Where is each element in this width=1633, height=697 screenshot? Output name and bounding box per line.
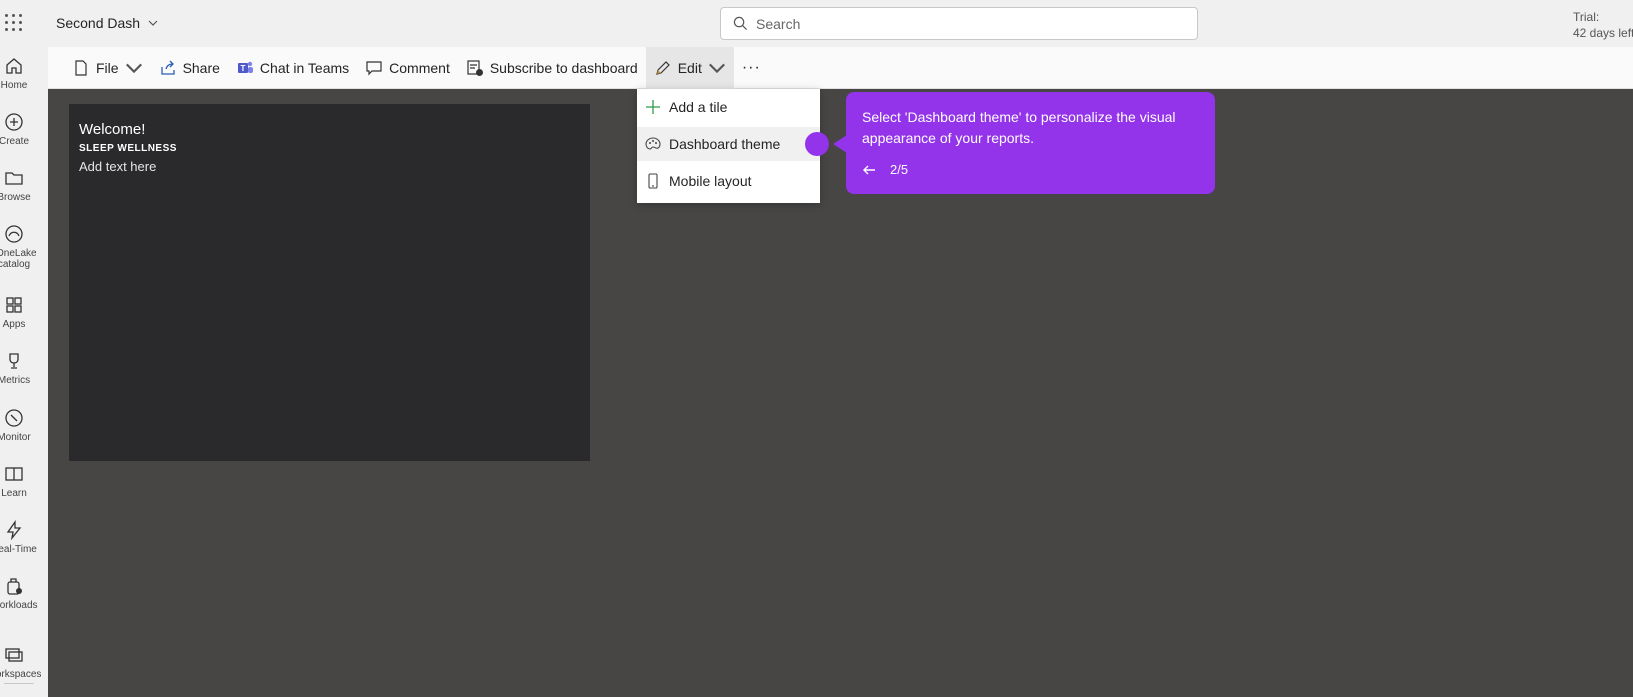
tooltip-nav: 2/5 <box>862 159 1199 180</box>
tile-body: Add text here <box>79 159 157 174</box>
share-button[interactable]: Share <box>151 47 228 89</box>
nav-monitor[interactable]: Monitor <box>0 407 31 443</box>
document-icon <box>75 59 87 76</box>
trial-status[interactable]: Trial: 42 days left <box>1573 9 1633 41</box>
search-placeholder: Search <box>756 15 801 32</box>
workspaces-icon <box>5 648 23 662</box>
menu-item-mobile-layout[interactable]: Mobile layout <box>637 164 820 198</box>
home-icon <box>6 58 22 74</box>
nav-workspaces-label: Workspaces <box>0 669 42 680</box>
chevron-down-icon <box>708 63 725 73</box>
file-button[interactable]: File <box>64 47 151 89</box>
subscribe-icon <box>467 59 483 76</box>
chat-label: Chat in Teams <box>259 59 350 76</box>
nav-onelake-catalog[interactable]: OneLake catalog <box>0 223 37 270</box>
comment-label: Comment <box>389 59 450 76</box>
search-input[interactable]: Search <box>720 7 1198 40</box>
left-navigation: Home Create Browse OneLake catalog Apps … <box>0 47 48 697</box>
pencil-icon <box>655 60 670 75</box>
nav-real-time[interactable]: Real-Time <box>0 519 37 555</box>
nav-home[interactable]: Home <box>0 55 28 91</box>
nav-learn-label: Learn <box>1 488 27 499</box>
apps-icon <box>6 297 22 313</box>
tile-title: Welcome! <box>79 121 146 138</box>
nav-workloads[interactable]: Workloads <box>0 575 38 611</box>
more-options-button[interactable]: ··· <box>734 47 769 89</box>
chevron-down-icon <box>125 63 142 73</box>
tooltip-arrow <box>833 135 847 153</box>
dashboard-name-dropdown[interactable]: Second Dash <box>56 15 158 31</box>
share-label: Share <box>182 59 220 76</box>
search-icon <box>733 16 748 31</box>
nav-apps-label: Apps <box>2 319 26 330</box>
plus-icon <box>646 100 660 114</box>
nav-home-label: Home <box>0 80 28 91</box>
dashboard-name: Second Dash <box>56 15 141 31</box>
arrow-left-icon[interactable] <box>862 164 876 176</box>
nav-workloads-label: Workloads <box>0 600 38 611</box>
edit-button[interactable]: Edit <box>645 46 734 89</box>
nav-divider <box>4 683 34 684</box>
more-icon: ··· <box>741 58 761 76</box>
nav-monitor-label: Monitor <box>0 432 31 443</box>
tooltip-step: 2/5 <box>890 162 909 177</box>
trial-days: 42 days left <box>1573 26 1633 40</box>
command-bar: File Share T Chat in Teams Comment Subsc… <box>48 46 1633 89</box>
nav-browse[interactable]: Browse <box>0 167 31 203</box>
chat-in-teams-button[interactable]: T Chat in Teams <box>228 47 357 89</box>
nav-learn[interactable]: Learn <box>0 463 28 499</box>
menu-item-add-tile[interactable]: Add a tile <box>637 90 820 124</box>
menu-item-dashboard-theme[interactable]: Dashboard theme <box>637 127 820 161</box>
app-launcher-icon[interactable] <box>5 14 23 32</box>
file-label: File <box>96 59 119 76</box>
trophy-icon <box>9 353 19 369</box>
nav-workspaces[interactable]: Workspaces <box>0 644 41 680</box>
nav-metrics-label: Metrics <box>0 375 31 386</box>
share-icon <box>160 60 175 75</box>
book-icon <box>5 467 23 481</box>
folder-icon <box>5 172 23 185</box>
plus-circle-icon <box>5 113 23 131</box>
menu-item-add-tile-label: Add a tile <box>669 99 728 115</box>
chevron-down-icon <box>148 20 158 26</box>
teams-icon: T <box>237 61 253 73</box>
nav-browse-label: Browse <box>0 192 31 203</box>
onelake-icon <box>5 225 23 243</box>
lightning-icon <box>6 519 22 541</box>
menu-item-dashboard-theme-label: Dashboard theme <box>669 136 781 152</box>
comment-button[interactable]: Comment <box>357 47 458 89</box>
menu-item-mobile-layout-label: Mobile layout <box>669 173 752 189</box>
phone-icon <box>648 173 658 189</box>
tooltip-text: Select 'Dashboard theme' to personalize … <box>862 109 1176 146</box>
subscribe-button[interactable]: Subscribe to dashboard <box>458 47 646 89</box>
tile-subtitle: SLEEP WELLNESS <box>79 143 177 154</box>
edit-label: Edit <box>677 59 702 76</box>
trial-label: Trial: <box>1573 10 1600 24</box>
text-tile[interactable]: Welcome! SLEEP WELLNESS Add text here <box>69 104 590 461</box>
comment-icon <box>366 60 382 75</box>
svg-text:T: T <box>240 64 245 73</box>
hotspot-beacon[interactable] <box>805 132 829 156</box>
nav-real-time-label: Real-Time <box>0 544 37 555</box>
nav-apps[interactable]: Apps <box>0 294 28 330</box>
workloads-icon <box>7 578 22 595</box>
nav-create-label: Create <box>0 136 30 147</box>
palette-icon <box>645 137 661 150</box>
top-bar: Second Dash Search Trial: 42 days left <box>0 0 1633 47</box>
guide-tooltip: Select 'Dashboard theme' to personalize … <box>846 92 1215 194</box>
nav-create[interactable]: Create <box>0 111 30 147</box>
nav-metrics[interactable]: Metrics <box>0 350 31 386</box>
monitor-icon <box>5 409 23 427</box>
subscribe-label: Subscribe to dashboard <box>489 59 638 76</box>
edit-menu: Add a tile Dashboard theme Mobile layout <box>637 89 820 203</box>
nav-onelake-label: OneLake catalog <box>0 248 37 270</box>
